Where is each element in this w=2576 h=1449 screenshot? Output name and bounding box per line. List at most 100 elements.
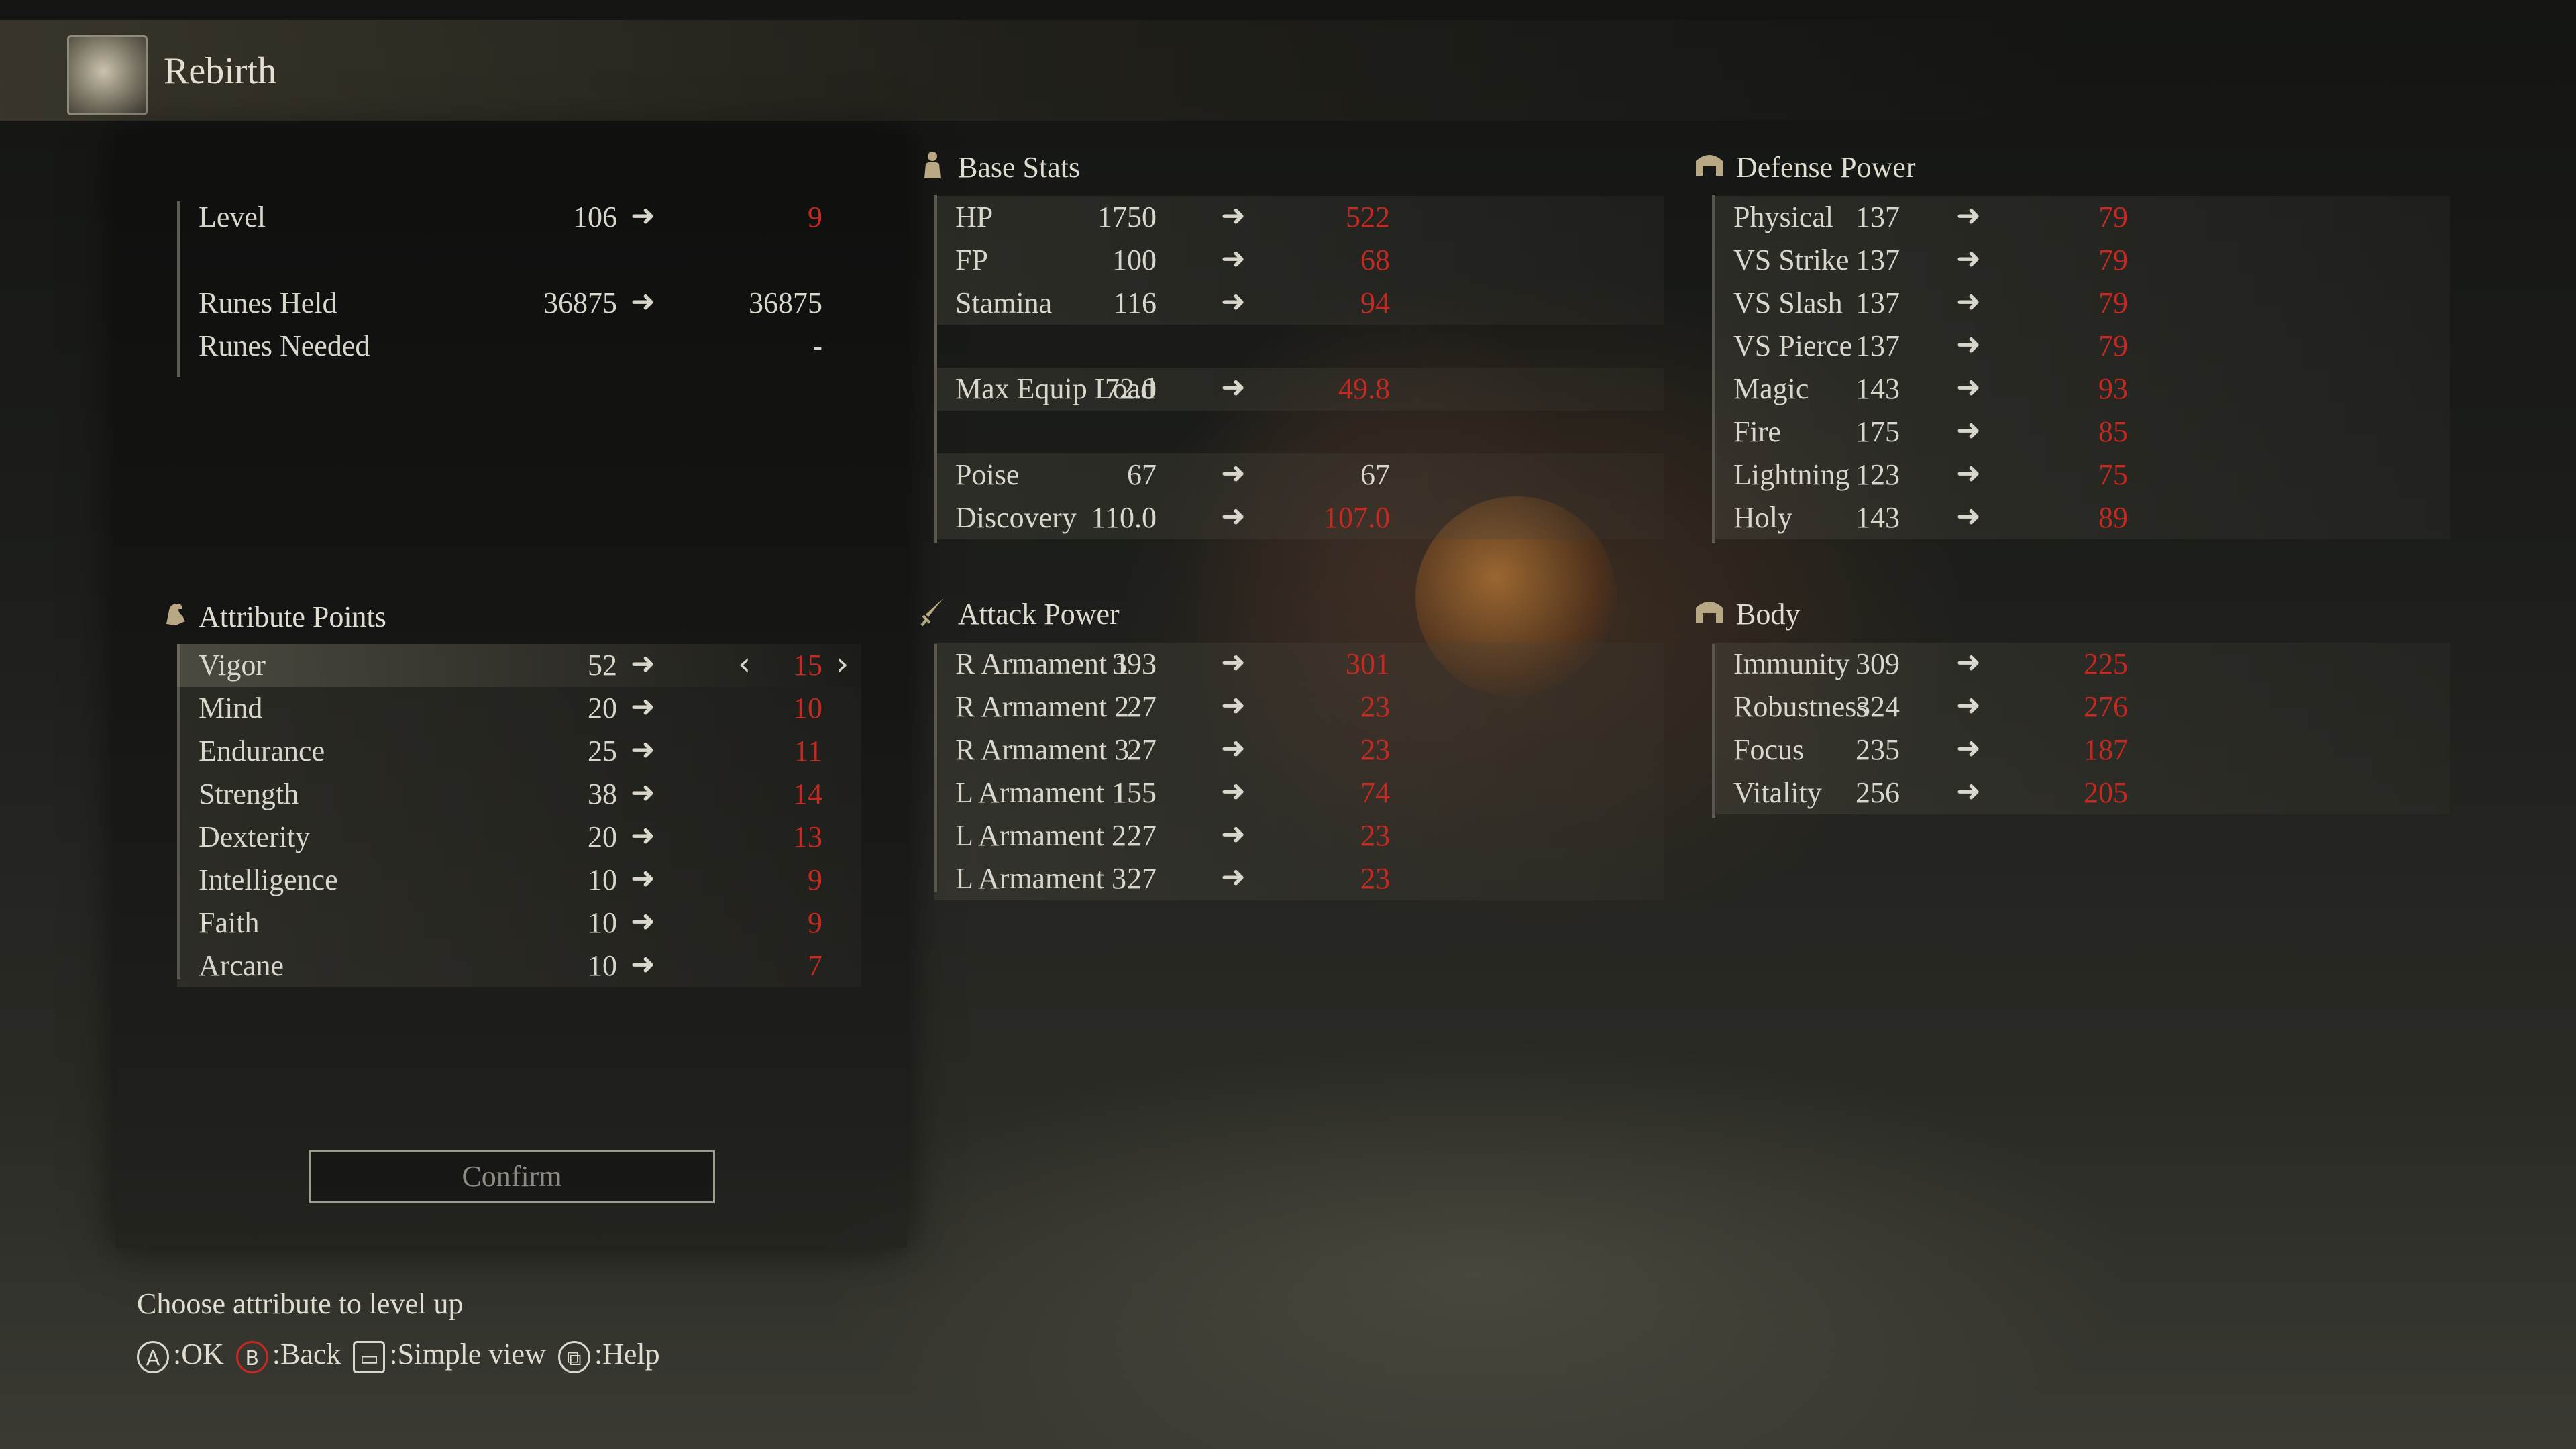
summary-row-new-value: 36875 [749, 286, 822, 319]
arrow-icon: ➜ [1221, 689, 1246, 722]
attribute-row-new-value: 10 [793, 692, 822, 724]
summary-row-label: Runes Held [199, 286, 337, 319]
arrow-icon: ➜ [1956, 242, 1981, 275]
arrow-icon: ➜ [631, 733, 655, 766]
body-row-value: 256 [1856, 776, 1900, 809]
base-stat-row: FP 100 ➜ 68 [934, 239, 1664, 282]
summary-row-label: Runes Needed [199, 329, 370, 362]
base-stat-row-value: 67 [1127, 458, 1157, 491]
defense-row: Physical 137 ➜ 79 [1712, 196, 2450, 239]
attribute-row-label: Dexterity [199, 820, 311, 853]
title-bar [0, 20, 2576, 121]
person-icon [924, 152, 941, 178]
attack-power-row-new-value: 301 [1346, 647, 1390, 680]
defense-row-value: 137 [1856, 201, 1900, 233]
base-stat-row-new-value: 107.0 [1324, 501, 1390, 534]
base-stat-row-label: FP [955, 244, 988, 276]
attack-power-row-new-value: 23 [1360, 819, 1390, 852]
attribute-row[interactable]: Vigor 52 ➜ 15 ‹ › [177, 644, 861, 687]
summary-row: Level 106 ➜ 9 [177, 196, 848, 239]
arrow-icon: ➜ [1221, 732, 1246, 765]
attribute-row-label: Strength [199, 777, 299, 810]
attribute-row[interactable]: Dexterity 20 ➜ 13 [177, 816, 861, 859]
control-hint-label: :Help [594, 1337, 660, 1371]
body-row-value: 324 [1856, 690, 1900, 723]
control-hint-label: :Back [272, 1337, 341, 1371]
rune-orb-icon [67, 35, 148, 115]
base-stat-row-new-value: 522 [1346, 201, 1390, 233]
hint-text: Choose attribute to level up [137, 1287, 464, 1320]
summary-row: Runes Needed - [177, 325, 848, 368]
attack-power-row: L Armament 1 155 ➜ 74 [934, 771, 1664, 814]
control-hint: ▭:Simple view [353, 1337, 546, 1373]
attribute-row-label: Faith [199, 906, 260, 939]
attack-power-row-value: 155 [1112, 776, 1157, 809]
attribute-row[interactable]: Arcane 10 ➜ 7 [177, 945, 861, 987]
base-stat-row-value: 100 [1112, 244, 1157, 276]
attribute-row-new-value: 15 [793, 649, 822, 682]
control-hints: A:OK B:Back ▭:Simple view ⧉:Help [137, 1335, 672, 1375]
attribute-row-label: Vigor [199, 649, 266, 682]
defense-row-new-value: 93 [2098, 372, 2128, 405]
base-stat-row: Poise 67 ➜ 67 [934, 453, 1664, 496]
body-row-new-value: 187 [2084, 733, 2128, 766]
arrow-icon: ➜ [1221, 646, 1246, 679]
attribute-points-title: Attribute Points [199, 600, 386, 633]
body-row-new-value: 276 [2084, 690, 2128, 723]
arrow-icon: ➜ [1956, 689, 1981, 722]
attack-power-row-value: 393 [1112, 647, 1157, 680]
attribute-row-value: 20 [588, 820, 617, 853]
attack-power-title: Attack Power [958, 598, 1120, 631]
chevron-right-icon[interactable]: › [836, 645, 849, 683]
attribute-row-new-value: 14 [793, 777, 822, 810]
summary-row: Runes Held 36875 ➜ 36875 [177, 282, 848, 325]
attribute-row[interactable]: Intelligence 10 ➜ 9 [177, 859, 861, 902]
base-stat-row-label: HP [955, 201, 994, 233]
attribute-row[interactable]: Mind 20 ➜ 10 [177, 687, 861, 730]
attribute-row-label: Mind [199, 692, 263, 724]
base-stat-row: HP 1750 ➜ 522 [934, 196, 1664, 239]
base-stat-row: Max Equip Load 72.0 ➜ 49.8 [934, 368, 1664, 411]
touchpad-icon: ▭ [353, 1340, 386, 1373]
defense-row-value: 137 [1856, 329, 1900, 362]
arrow-icon: ➜ [1956, 646, 1981, 679]
body-title: Body [1736, 598, 1801, 631]
arrow-icon: ➜ [631, 285, 655, 318]
body-icon [1696, 602, 1723, 623]
control-hint: A:OK [137, 1337, 224, 1373]
chevron-left-icon[interactable]: ‹ [738, 645, 751, 683]
attribute-row[interactable]: Endurance 25 ➜ 11 [177, 730, 861, 773]
attribute-row[interactable]: Strength 38 ➜ 14 [177, 773, 861, 816]
attack-power-row: R Armament 1 393 ➜ 301 [934, 643, 1664, 686]
attribute-row-label: Intelligence [199, 863, 338, 896]
attribute-row-value: 25 [588, 735, 617, 767]
view-button-icon: ⧉ [557, 1340, 590, 1373]
arrow-icon: ➜ [1956, 285, 1981, 318]
defense-row: Lightning 123 ➜ 75 [1712, 453, 2450, 496]
attack-power-row: L Armament 3 27 ➜ 23 [934, 857, 1664, 900]
attribute-row-new-value: 13 [793, 820, 822, 853]
arrow-icon: ➜ [1956, 457, 1981, 490]
attack-power-row-new-value: 23 [1360, 733, 1390, 766]
sword-icon [920, 598, 943, 627]
body-row: Robustness 324 ➜ 276 [1712, 686, 2450, 729]
defense-row-value: 123 [1856, 458, 1900, 491]
base-stat-row: Stamina 116 ➜ 94 [934, 282, 1664, 325]
arrow-icon: ➜ [631, 948, 655, 981]
confirm-button[interactable]: Confirm [309, 1150, 715, 1203]
attribute-row-value: 10 [588, 949, 617, 982]
arrow-icon: ➜ [1221, 457, 1246, 490]
summary-row-value: 106 [573, 201, 617, 233]
body-row-new-value: 205 [2084, 776, 2128, 809]
defense-power-title: Defense Power [1736, 151, 1916, 184]
arrow-icon: ➜ [631, 776, 655, 809]
control-hint: B:Back [235, 1337, 341, 1373]
attribute-row-new-value: 11 [794, 735, 822, 767]
defense-row: Fire 175 ➜ 85 [1712, 411, 2450, 453]
summary-row-new-value: - [812, 329, 822, 362]
attribute-row[interactable]: Faith 10 ➜ 9 [177, 902, 861, 945]
base-stats-title: Base Stats [958, 151, 1081, 184]
arrow-icon: ➜ [1221, 285, 1246, 318]
defense-row-value: 137 [1856, 244, 1900, 276]
attribute-row-value: 52 [588, 649, 617, 682]
